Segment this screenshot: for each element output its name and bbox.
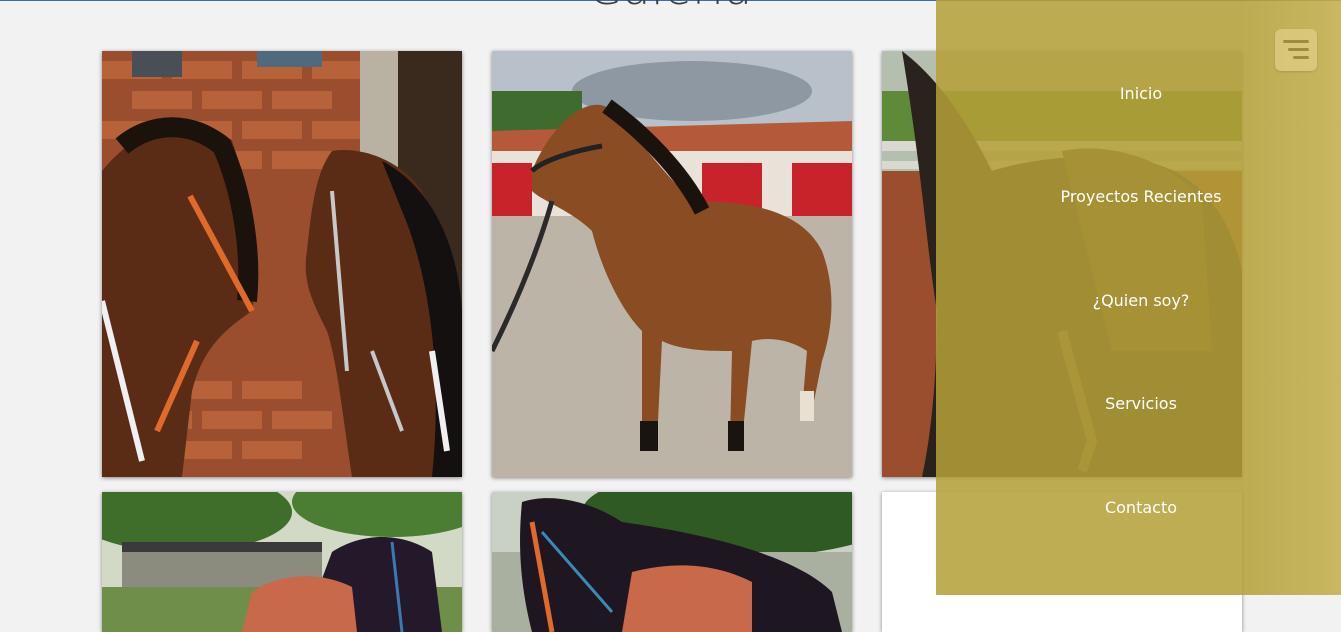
gallery-photo-5[interactable] <box>492 492 852 632</box>
gallery-photo-2[interactable] <box>492 51 852 477</box>
horse-photo-image <box>492 51 852 477</box>
horse-photo-image <box>102 51 462 477</box>
gallery-photo-4[interactable] <box>102 492 462 632</box>
nav-item-contacto[interactable]: Contacto <box>936 498 1341 517</box>
menu-toggle-button[interactable] <box>1275 29 1317 71</box>
nav-menu-panel: Inicio Proyectos Recientes ¿Quien soy? S… <box>936 0 1341 595</box>
nav-item-proyectos-recientes[interactable]: Proyectos Recientes <box>936 187 1341 206</box>
nav-item-quien-soy[interactable]: ¿Quien soy? <box>936 291 1341 310</box>
hamburger-menu-icon <box>1283 40 1309 59</box>
horse-photo-image <box>492 492 852 632</box>
nav-item-servicios[interactable]: Servicios <box>936 394 1341 413</box>
horse-photo-image <box>102 492 462 632</box>
gallery-photo-1[interactable] <box>102 51 462 477</box>
nav-item-inicio[interactable]: Inicio <box>936 84 1341 103</box>
